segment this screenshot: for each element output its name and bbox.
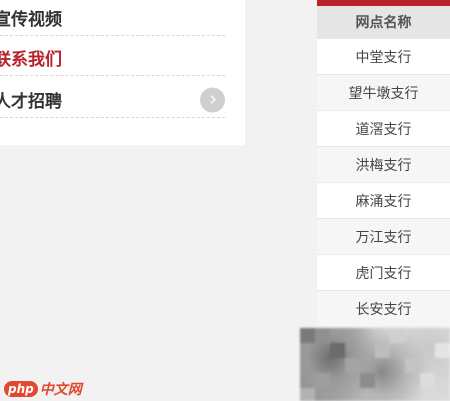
table-header: 网点名称 (317, 6, 450, 38)
table-row[interactable]: 洪梅支行 (317, 146, 450, 182)
menu-item-promo-video[interactable]: 宣传视频 (0, 0, 225, 36)
branch-table: 网点名称 中堂支行 望牛墩支行 道滘支行 洪梅支行 麻涌支行 万江支行 虎门支行… (317, 0, 450, 328)
table-row[interactable]: 道滘支行 (317, 110, 450, 146)
menu-item-label: 联系我们 (0, 50, 62, 70)
table-row[interactable]: 望牛墩支行 (317, 74, 450, 110)
menu-item-contact-us[interactable]: 联系我们 (0, 40, 225, 76)
blurred-image (300, 328, 450, 401)
table-row[interactable]: 长安支行 (317, 290, 450, 326)
chevron-right-icon[interactable] (200, 87, 225, 112)
php-badge: php (4, 381, 38, 397)
left-menu-panel: 宣传视频 联系我们 人才招聘 (0, 0, 245, 145)
logo-text: 中文网 (39, 382, 82, 398)
table-row[interactable]: 中堂支行 (317, 38, 450, 74)
menu-item-label: 宣传视频 (0, 10, 62, 30)
table-row[interactable]: 万江支行 (317, 218, 450, 254)
table-row[interactable]: 麻涌支行 (317, 182, 450, 218)
php-cn-logo: php 中文网 (0, 378, 88, 400)
menu-item-recruitment[interactable]: 人才招聘 (0, 82, 225, 118)
table-row[interactable]: 虎门支行 (317, 254, 450, 290)
menu-item-label: 人才招聘 (0, 92, 62, 112)
